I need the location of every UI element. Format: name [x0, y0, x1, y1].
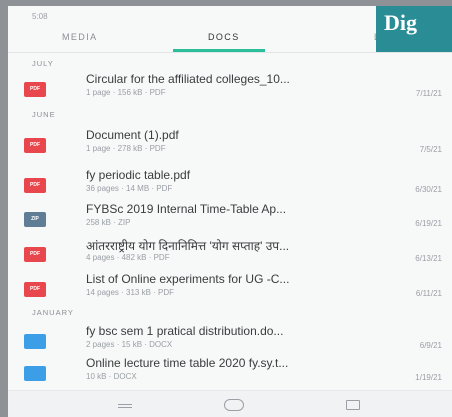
- zip-file-icon: ZIP: [24, 212, 46, 227]
- file-name: fy bsc sem 1 pratical distribution.do...: [86, 324, 284, 338]
- file-date: 6/11/21: [415, 289, 442, 298]
- file-date: 7/11/21: [415, 89, 442, 98]
- list-item[interactable]: ZIP FYBSc 2019 Internal Time-Table Ap...…: [8, 198, 452, 238]
- file-name: Online lecture time table 2020 fy.sy.t..…: [86, 356, 289, 370]
- file-meta: 10 kB · DOCX: [86, 372, 137, 381]
- file-date: 7/5/21: [419, 145, 442, 154]
- file-date: 6/13/21: [415, 254, 442, 263]
- section-header-june: JUNE: [32, 110, 56, 119]
- file-name: FYBSc 2019 Internal Time-Table Ap...: [86, 202, 287, 216]
- file-name: fy periodic table.pdf: [86, 168, 191, 182]
- list-item[interactable]: PDF List of Online experiments for UG -C…: [8, 268, 452, 308]
- file-name: List of Online experiments for UG -C...: [86, 272, 290, 286]
- file-name: Document (1).pdf: [86, 128, 179, 142]
- list-item[interactable]: PDF Document (1).pdf 1 page · 278 kB · P…: [8, 124, 452, 164]
- file-meta: 1 page · 278 kB · PDF: [86, 144, 166, 153]
- file-meta: 1 page · 156 kB · PDF: [86, 88, 166, 97]
- file-date: 6/30/21: [415, 185, 442, 194]
- pdf-file-icon: PDF: [24, 247, 46, 262]
- file-date: 6/19/21: [415, 219, 442, 228]
- list-item[interactable]: PDF Circular for the affiliated colleges…: [8, 68, 452, 108]
- file-meta: 36 pages · 14 MB · PDF: [86, 184, 173, 193]
- pdf-file-icon: PDF: [24, 138, 46, 153]
- list-item[interactable]: Online lecture time table 2020 fy.sy.t..…: [8, 352, 452, 392]
- recent-apps-icon[interactable]: [118, 404, 132, 408]
- file-meta: 2 pages · 15 kB · DOCX: [86, 340, 173, 349]
- file-meta: 14 pages · 313 kB · PDF: [86, 288, 175, 297]
- system-nav-bar: [8, 390, 452, 417]
- back-icon[interactable]: [346, 400, 360, 410]
- phone-screen: 5:08 Dig MEDIA DOCS L JULY PDF Circular …: [8, 6, 452, 417]
- section-header-july: JULY: [32, 59, 54, 68]
- active-tab-indicator: [173, 49, 265, 52]
- docx-file-icon: [24, 366, 46, 381]
- file-date: 1/19/21: [415, 373, 442, 382]
- file-name: आंतरराष्ट्रीय योग दिनानिमित्त 'योग सप्ता…: [86, 239, 290, 253]
- pdf-file-icon: PDF: [24, 178, 46, 193]
- docx-file-icon: [24, 334, 46, 349]
- section-header-january: JANUARY: [32, 308, 74, 317]
- tab-media[interactable]: MEDIA: [62, 32, 98, 42]
- status-time: 5:08: [32, 12, 48, 21]
- list-item[interactable]: PDF आंतरराष्ट्रीय योग दिनानिमित्त 'योग स…: [8, 233, 452, 273]
- watermark-logo: Dig: [376, 6, 452, 52]
- file-meta: 4 pages · 482 kB · PDF: [86, 253, 170, 262]
- pdf-file-icon: PDF: [24, 82, 46, 97]
- home-icon[interactable]: [224, 399, 244, 411]
- tab-docs[interactable]: DOCS: [208, 32, 240, 42]
- pdf-file-icon: PDF: [24, 282, 46, 297]
- file-name: Circular for the affiliated colleges_10.…: [86, 72, 290, 86]
- file-date: 6/9/21: [419, 341, 442, 350]
- file-meta: 258 kB · ZIP: [86, 218, 131, 227]
